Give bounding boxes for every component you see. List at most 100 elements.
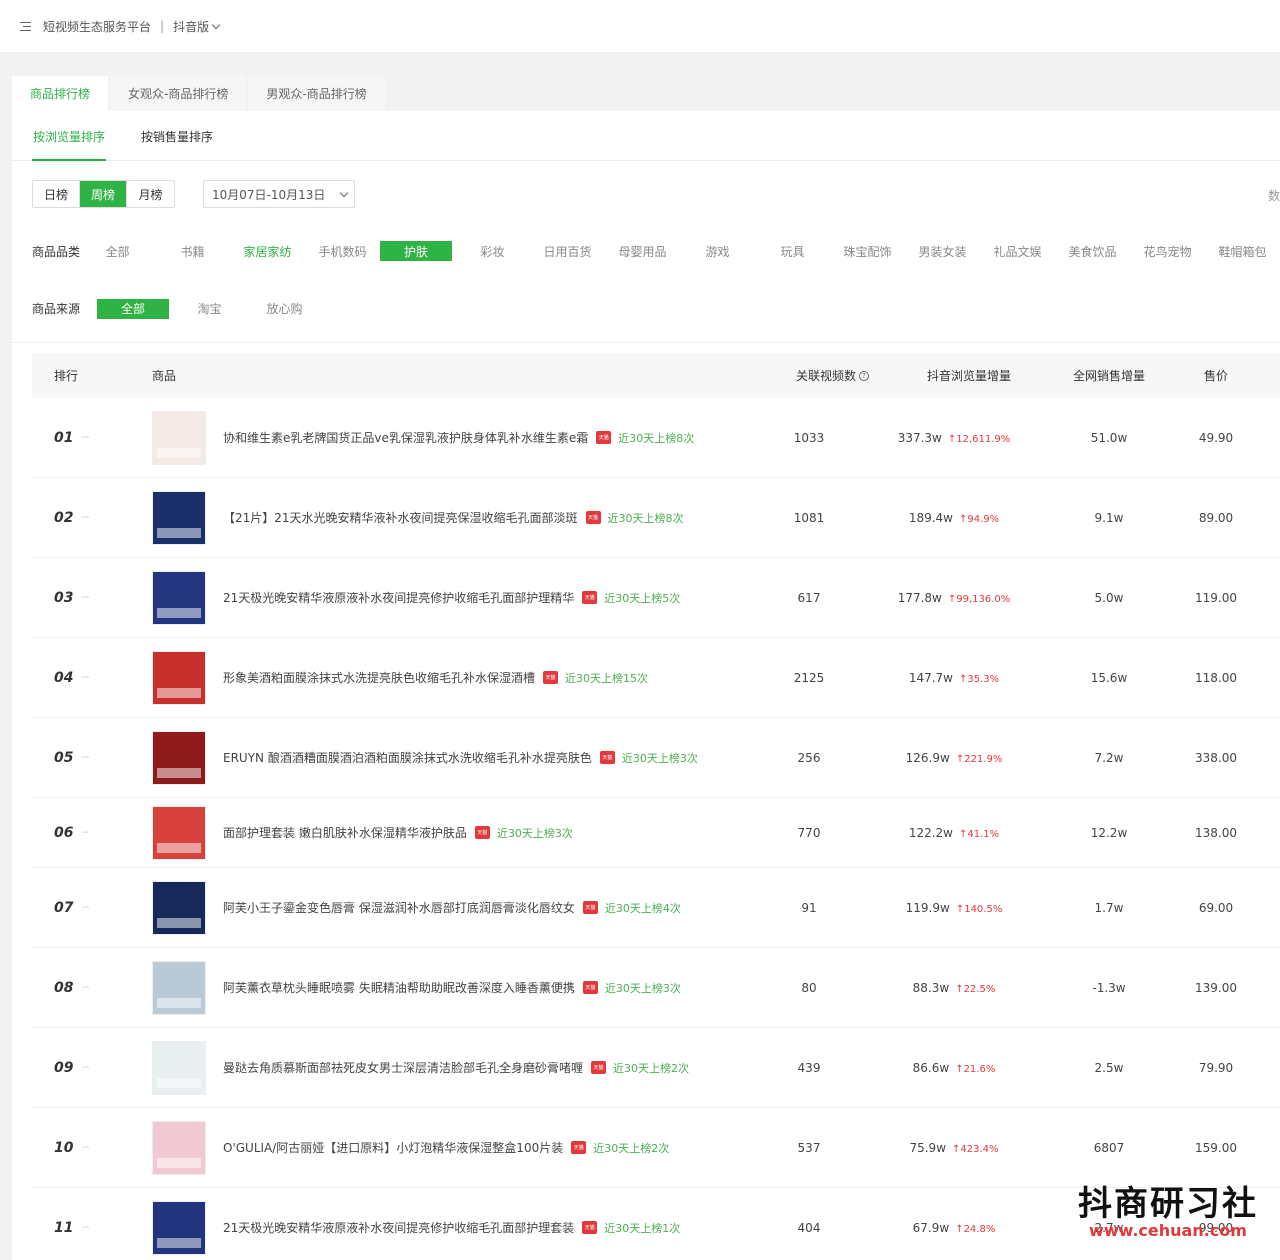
product-name[interactable]: ERUYN 酿酒酒糟面膜酒泊酒粕面膜涂抹式水洗收缩毛孔补水提亮肤色 (223, 749, 592, 766)
views-growth-rate: ↑41.1% (959, 828, 1000, 840)
ranking-frequency: 近30天上榜8次 (607, 511, 684, 525)
product-thumbnail[interactable] (152, 1040, 206, 1095)
product-thumbnail[interactable] (152, 490, 206, 545)
views-increase: 337.3w (897, 430, 942, 445)
table-row[interactable]: 07 -- 阿芙小王子鎏金变色唇膏 保湿滋润补水唇部打底润唇膏淡化唇纹女 天猫 … (32, 868, 1280, 948)
product-name[interactable]: 【21片】21天水光晚安精华液补水夜间提亮保湿收缩毛孔面部淡斑 (223, 509, 578, 526)
views-growth-rate: ↑22.5% (955, 983, 996, 995)
period-daily[interactable]: 日榜 (33, 181, 80, 207)
category-chip[interactable]: 母婴用品 (605, 241, 680, 261)
edition-dropdown[interactable]: 抖音版 (173, 18, 221, 35)
product-name[interactable]: 21天极光晚安精华液原液补水夜间提亮修护收缩毛孔面部护理套装 (223, 1219, 574, 1236)
period-monthly[interactable]: 月榜 (127, 181, 174, 207)
product-cell: 21天极光晚安精华液原液补水夜间提亮修护收缩毛孔面部护理精华 天猫 近30天上榜… (152, 570, 764, 625)
product-name[interactable]: O'GULIA/阿古丽娅【进口原料】小灯泡精华液保湿整盒100片装 (223, 1139, 563, 1156)
product-thumbnail[interactable] (152, 1120, 206, 1175)
product-thumbnail[interactable] (152, 1200, 206, 1255)
category-chip[interactable]: 手机数码 (305, 241, 380, 261)
tab-product-ranking[interactable]: 商品排行榜 (12, 76, 109, 111)
rank-change: -- (82, 1142, 90, 1153)
table-row[interactable]: 03 -- 21天极光晚安精华液原液补水夜间提亮修护收缩毛孔面部护理精华 天猫 … (32, 558, 1280, 638)
video-count: 439 (797, 1060, 821, 1075)
tab-male-ranking[interactable]: 男观众-商品排行榜 (248, 76, 385, 111)
views-increase: 67.9w (912, 1220, 950, 1235)
product-thumbnail[interactable] (152, 880, 206, 935)
date-range-select[interactable]: 10月07日-10月13日 (203, 180, 355, 208)
price: 119.00 (1195, 590, 1237, 605)
category-chip[interactable]: 日用百货 (530, 241, 605, 261)
product-thumbnail[interactable] (152, 410, 206, 465)
rank-change: -- (82, 672, 90, 683)
views-growth-rate: ↑94.9% (959, 513, 1000, 525)
table-row[interactable]: 05 -- ERUYN 酿酒酒糟面膜酒泊酒粕面膜涂抹式水洗收缩毛孔补水提亮肤色 … (32, 718, 1280, 798)
views-increase: 122.2w (908, 825, 953, 840)
product-thumbnail[interactable] (152, 730, 206, 785)
video-count: 256 (797, 750, 821, 765)
category-chip[interactable]: 美食饮品 (1055, 241, 1130, 261)
table-row[interactable]: 06 -- 面部护理套装 嫩白肌肤补水保湿精华液护肤品 天猫 近30天上榜3次 … (32, 798, 1280, 868)
sales-increase: 5.0w (1094, 590, 1124, 605)
source-chip[interactable]: 淘宝 (172, 299, 247, 319)
sort-by-sales[interactable]: 按销售量排序 (140, 111, 214, 161)
header-rank: 排行 (54, 369, 79, 383)
category-chip[interactable]: 全部 (80, 241, 155, 261)
product-thumbnail[interactable] (152, 570, 206, 625)
views-cell: 119.9w ↑140.5% (854, 901, 1054, 915)
product-name[interactable]: 曼跶去角质慕斯面部祛死皮女男士深层清洁脸部毛孔全身磨砂膏啫喱 (223, 1059, 583, 1076)
rank-number: 10 (54, 1139, 74, 1156)
product-thumbnail[interactable] (152, 805, 206, 860)
sales-increase: 15.6w (1090, 670, 1128, 685)
sort-by-views[interactable]: 按浏览量排序 (32, 111, 107, 161)
header-views: 抖音浏览量增量 (926, 369, 1011, 383)
help-icon[interactable]: ? (859, 370, 870, 381)
sales-increase: 7.2w (1094, 750, 1124, 765)
product-thumbnail[interactable] (152, 650, 206, 705)
product-name[interactable]: 协和维生素e乳老牌国货正品ve乳保湿乳液护肤身体乳补水维生素e霜 (223, 429, 588, 446)
category-chip[interactable]: 书籍 (155, 241, 230, 261)
product-name[interactable]: 形象美酒粕面膜涂抹式水洗提亮肤色收缩毛孔补水保湿酒槽 (223, 669, 535, 686)
category-chip[interactable]: 鞋帽箱包 (1205, 241, 1280, 261)
views-cell: 177.8w ↑99,136.0% (854, 591, 1054, 605)
category-chip[interactable]: 护肤 (380, 241, 452, 261)
price: 159.00 (1195, 1140, 1237, 1155)
product-name[interactable]: 阿芙薰衣草枕头睡眠喷雾 失眠精油帮助助眠改善深度入睡香薰便携 (223, 979, 575, 996)
views-increase: 177.8w (897, 590, 942, 605)
ranking-table: 排行 商品 关联视频数 ? 抖音浏览量增量 全网销售增量 售价 01 -- 协和… (32, 353, 1280, 1260)
views-increase: 126.9w (905, 750, 950, 765)
tmall-badge-icon: 天猫 (591, 1061, 607, 1074)
rank-number: 11 (54, 1219, 74, 1236)
table-row[interactable]: 01 -- 协和维生素e乳老牌国货正品ve乳保湿乳液护肤身体乳补水维生素e霜 天… (32, 398, 1280, 478)
views-cell: 88.3w ↑22.5% (854, 981, 1054, 995)
views-growth-rate: ↑21.6% (955, 1063, 996, 1075)
category-chip[interactable]: 玩具 (755, 241, 830, 261)
ranking-frequency: 近30天上榜2次 (593, 1141, 670, 1155)
ranking-frequency: 近30天上榜2次 (613, 1061, 690, 1075)
source-chip[interactable]: 全部 (97, 298, 169, 319)
table-row[interactable]: 08 -- 阿芙薰衣草枕头睡眠喷雾 失眠精油帮助助眠改善深度入睡香薰便携 天猫 … (32, 948, 1280, 1028)
period-weekly[interactable]: 周榜 (80, 181, 127, 207)
product-thumbnail[interactable] (152, 960, 206, 1015)
tmall-badge-icon: 天猫 (474, 826, 490, 839)
rank-cell: 04 -- (32, 670, 152, 686)
category-chip[interactable]: 彩妆 (455, 241, 530, 261)
category-chip[interactable]: 礼品文娱 (980, 241, 1055, 261)
category-chip[interactable]: 家居家纺 (230, 241, 305, 261)
views-growth-rate: ↑221.9% (955, 753, 1003, 765)
rank-cell: 01 -- (32, 430, 152, 446)
source-chip[interactable]: 放心购 (247, 299, 322, 319)
product-name[interactable]: 阿芙小王子鎏金变色唇膏 保湿滋润补水唇部打底润唇膏淡化唇纹女 (223, 899, 575, 916)
table-row[interactable]: 09 -- 曼跶去角质慕斯面部祛死皮女男士深层清洁脸部毛孔全身磨砂膏啫喱 天猫 … (32, 1028, 1280, 1108)
category-chip[interactable]: 珠宝配饰 (830, 241, 905, 261)
rank-number: 02 (54, 509, 74, 526)
table-row[interactable]: 02 -- 【21片】21天水光晚安精华液补水夜间提亮保湿收缩毛孔面部淡斑 天猫… (32, 478, 1280, 558)
menu-icon[interactable] (20, 21, 31, 31)
product-name[interactable]: 面部护理套装 嫩白肌肤补水保湿精华液护肤品 (223, 824, 467, 841)
ranking-frequency: 近30天上榜3次 (621, 751, 698, 765)
ranking-frequency: 近30天上榜4次 (604, 901, 681, 915)
category-chip[interactable]: 男装女装 (905, 241, 980, 261)
tab-female-ranking[interactable]: 女观众-商品排行榜 (110, 76, 247, 111)
category-chip[interactable]: 花鸟宠物 (1130, 241, 1205, 261)
product-name[interactable]: 21天极光晚安精华液原液补水夜间提亮修护收缩毛孔面部护理精华 (223, 589, 574, 606)
category-chip[interactable]: 游戏 (680, 241, 755, 261)
table-row[interactable]: 04 -- 形象美酒粕面膜涂抹式水洗提亮肤色收缩毛孔补水保湿酒槽 天猫 近30天… (32, 638, 1280, 718)
